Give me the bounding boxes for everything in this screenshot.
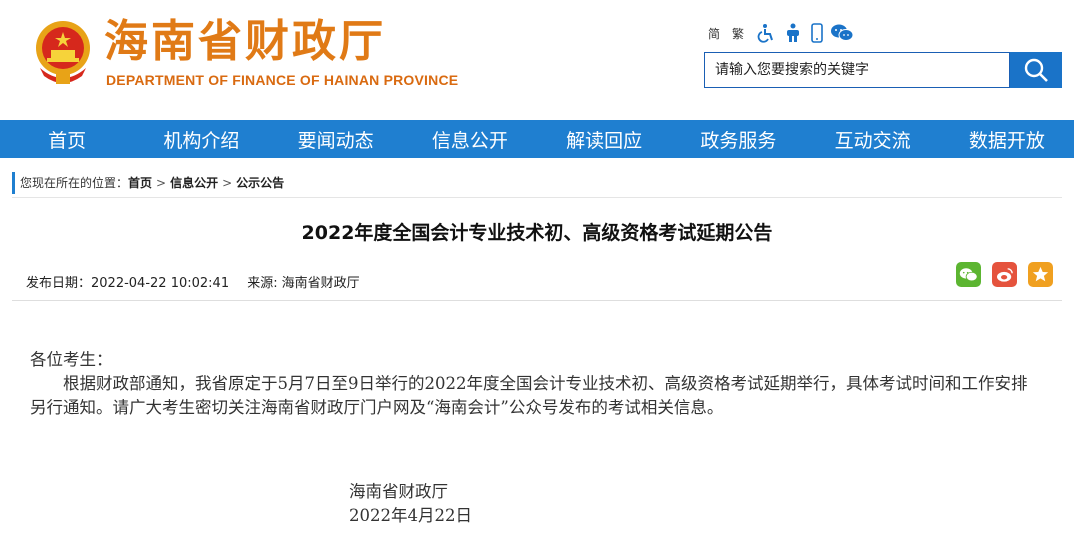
site-title: 海南省财政厅 (104, 16, 386, 67)
search-button[interactable] (1010, 52, 1062, 88)
search-box (704, 52, 1062, 90)
nav-interaction[interactable]: 互动交流 (806, 120, 940, 158)
source: 来源: 海南省财政厅 (247, 276, 359, 291)
site-header: 海南省财政厅 DEPARTMENT OF FINANCE OF HAINAN P… (0, 0, 1074, 120)
nav-government-services[interactable]: 政务服务 (671, 120, 805, 158)
article-meta: 发布日期：2022-04-22 10:02:41 来源: 海南省财政厅 (26, 272, 370, 291)
simplified-chinese-link[interactable]: 简 (708, 25, 720, 42)
signature-block: 海南省财政厅 2022年4月22日 (349, 480, 472, 528)
wechat-icon (959, 267, 978, 281)
site-subtitle: DEPARTMENT OF FINANCE OF HAINAN PROVINCE (106, 72, 459, 88)
breadcrumb-separator: > (222, 176, 233, 190)
toolbar: 简 繁 (708, 22, 854, 44)
breadcrumb-separator: > (156, 176, 167, 190)
accessibility-icon[interactable] (756, 23, 776, 43)
national-emblem-icon (36, 21, 90, 84)
traditional-chinese-link[interactable]: 繁 (732, 25, 744, 42)
star-icon (1032, 266, 1049, 282)
nav-interpretation[interactable]: 解读回应 (537, 120, 671, 158)
nav-home[interactable]: 首页 (0, 120, 134, 158)
nav-info-disclosure[interactable]: 信息公开 (403, 120, 537, 158)
elderly-mode-icon[interactable] (782, 23, 804, 43)
article-title: 2022年度全国会计专业技术初、高级资格考试延期公告 (301, 222, 773, 244)
source-value: 海南省财政厅 (281, 276, 360, 291)
publish-date-label: 发布日期： (26, 276, 92, 291)
signature: 海南省财政厅 (349, 482, 448, 501)
share-weibo-button[interactable] (992, 262, 1017, 287)
share-favorite-button[interactable] (1028, 262, 1053, 287)
publish-date: 发布日期：2022-04-22 10:02:41 (26, 276, 229, 291)
share-buttons (956, 262, 1053, 287)
body-paragraph: 根据财政部通知，我省原定于5月7日至9日举行的2022年度全国会计专业技术初、高… (30, 374, 1028, 417)
search-icon (1024, 58, 1048, 82)
source-label: 来源: (247, 276, 278, 291)
article-body: 各位考生： 根据财政部通知，我省原定于5月7日至9日举行的2022年度全国会计专… (30, 348, 1040, 420)
breadcrumb-home[interactable]: 首页 (128, 176, 152, 190)
publish-date-value: 2022-04-22 10:02:41 (91, 276, 230, 291)
nav-open-data[interactable]: 数据开放 (940, 120, 1074, 158)
sign-date: 2022年4月22日 (349, 506, 472, 525)
breadcrumb-prefix: 您现在所在的位置： (20, 176, 129, 190)
mobile-icon[interactable] (810, 23, 824, 43)
greeting: 各位考生： (30, 350, 113, 369)
weibo-icon (996, 267, 1013, 282)
breadcrumb: 您现在所在的位置：首页 > 信息公开 > 公示公告 (12, 172, 284, 194)
nav-news[interactable]: 要闻动态 (269, 120, 403, 158)
divider (12, 197, 1062, 198)
share-wechat-button[interactable] (956, 262, 981, 287)
search-input[interactable] (704, 52, 1010, 88)
breadcrumb-info-disclosure[interactable]: 信息公开 (170, 176, 218, 190)
main-nav: 首页 机构介绍 要闻动态 信息公开 解读回应 政务服务 互动交流 数据开放 (0, 120, 1074, 158)
breadcrumb-announcements[interactable]: 公示公告 (236, 176, 284, 190)
wechat-icon[interactable] (830, 23, 854, 43)
nav-organization[interactable]: 机构介绍 (134, 120, 268, 158)
divider (12, 300, 1062, 301)
